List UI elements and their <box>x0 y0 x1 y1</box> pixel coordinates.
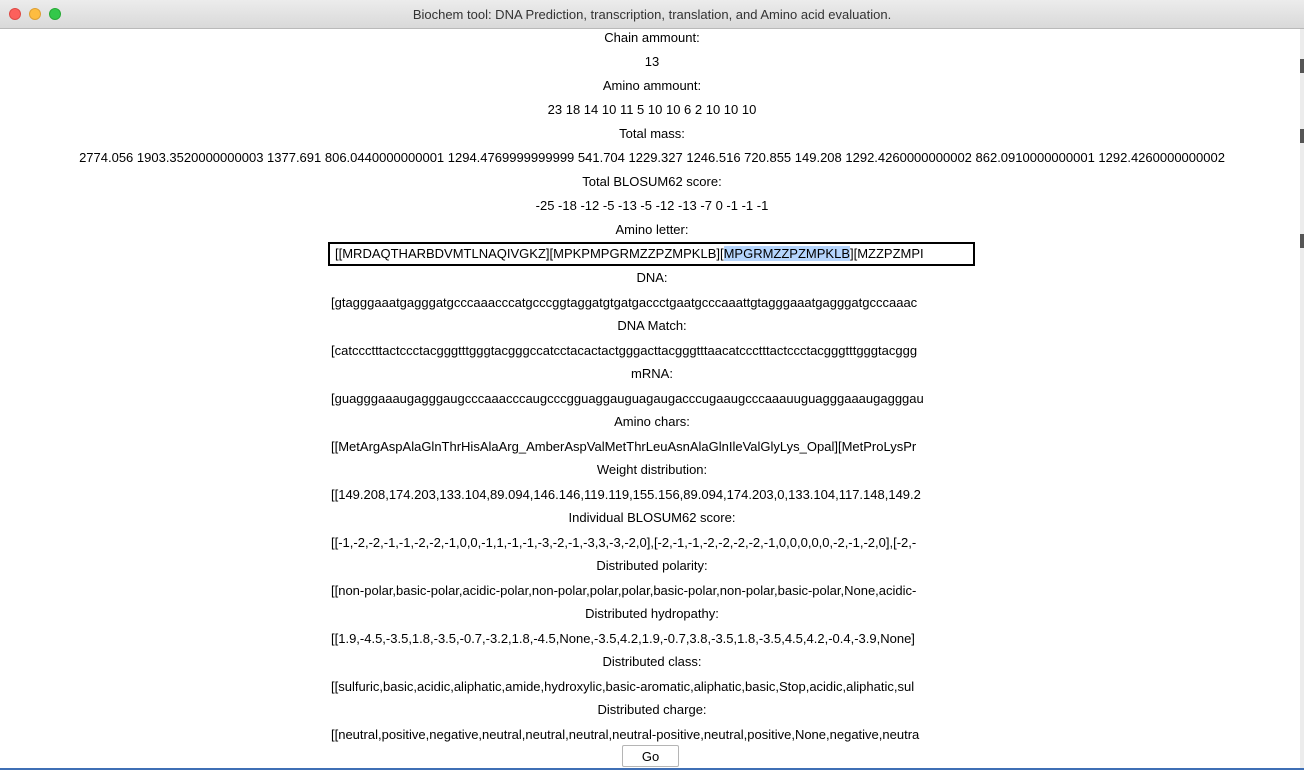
mrna-field[interactable]: [guagggaaaugagggaugcccaaacccaugcccgguagg… <box>330 388 972 410</box>
total-blosum-label: Total BLOSUM62 score: <box>582 174 722 189</box>
mrna-label: mRNA: <box>631 366 673 381</box>
amino-letter-text-before: [[MRDAQTHARBDVMTLNAQIVGKZ][MPKPMPGRMZZPZ… <box>335 246 724 261</box>
window-right-edge <box>1300 29 1304 770</box>
weight-distribution-field[interactable]: [[149.208,174.203,133.104,89.094,146.146… <box>330 484 972 506</box>
amino-letter-text-after: ][MZZPZMPI <box>850 246 924 261</box>
distributed-class-label: Distributed class: <box>602 654 702 669</box>
distributed-polarity-field[interactable]: [[non-polar,basic-polar,acidic-polar,non… <box>330 580 972 602</box>
total-blosum-value: -25 -18 -12 -5 -13 -5 -12 -13 -7 0 -1 -1… <box>535 198 769 213</box>
distributed-hydropathy-field[interactable]: [[1.9,-4.5,-3.5,1.8,-3.5,-0.7,-3.2,1.8,-… <box>330 628 972 650</box>
dna-match-field[interactable]: [catccctttactccctacgggtttgggtacgggccatcc… <box>330 340 972 362</box>
amino-letter-selected-text: MPGRMZZPZMPKLB <box>723 246 850 261</box>
distributed-hydropathy-label: Distributed hydropathy: <box>585 606 719 621</box>
weight-distribution-label: Weight distribution: <box>596 462 708 477</box>
amino-amount-label: Amino ammount: <box>602 78 702 93</box>
amino-chars-field[interactable]: [[MetArgAspAlaGlnThrHisAlaArg_AmberAspVa… <box>330 436 972 458</box>
results-panel: Chain ammount: 13 Amino ammount: 23 18 1… <box>0 29 1304 770</box>
total-mass-label: Total mass: <box>619 126 685 141</box>
distributed-charge-field[interactable]: [[neutral,positive,negative,neutral,neut… <box>330 724 972 746</box>
chain-amount-value: 13 <box>644 54 660 69</box>
individual-blosum-label: Individual BLOSUM62 score: <box>568 510 736 525</box>
dna-label: DNA: <box>636 270 668 285</box>
amino-letter-label: Amino letter: <box>615 222 689 237</box>
individual-blosum-field[interactable]: [[-1,-2,-2,-1,-1,-2,-2,-1,0,0,-1,1,-1,-1… <box>330 532 972 554</box>
scroll-indicator <box>1300 59 1304 73</box>
total-mass-value: 2774.056 1903.3520000000003 1377.691 806… <box>79 150 1225 165</box>
scroll-indicator <box>1300 129 1304 143</box>
distributed-class-field[interactable]: [[sulfuric,basic,acidic,aliphatic,amide,… <box>330 676 972 698</box>
dna-match-label: DNA Match: <box>617 318 687 333</box>
window-title: Biochem tool: DNA Prediction, transcript… <box>412 7 892 22</box>
dna-field[interactable]: [gtagggaaatgagggatgcccaaacccatgcccggtagg… <box>330 292 972 314</box>
amino-chars-label: Amino chars: <box>614 414 690 429</box>
amino-amount-value: 23 18 14 10 11 5 10 10 6 2 10 10 10 <box>547 102 757 117</box>
go-back-button[interactable]: Go Back <box>622 745 679 770</box>
chain-amount-label: Chain ammount: <box>604 30 700 45</box>
distributed-polarity-label: Distributed polarity: <box>596 558 708 573</box>
app-window: Biochem tool: DNA Prediction, transcript… <box>0 0 1304 770</box>
distributed-charge-label: Distributed charge: <box>597 702 707 717</box>
title-bar: Biochem tool: DNA Prediction, transcript… <box>0 0 1304 29</box>
scroll-indicator <box>1300 234 1304 248</box>
amino-letter-entry[interactable]: [[MRDAQTHARBDVMTLNAQIVGKZ][MPKPMPGRMZZPZ… <box>328 242 975 266</box>
